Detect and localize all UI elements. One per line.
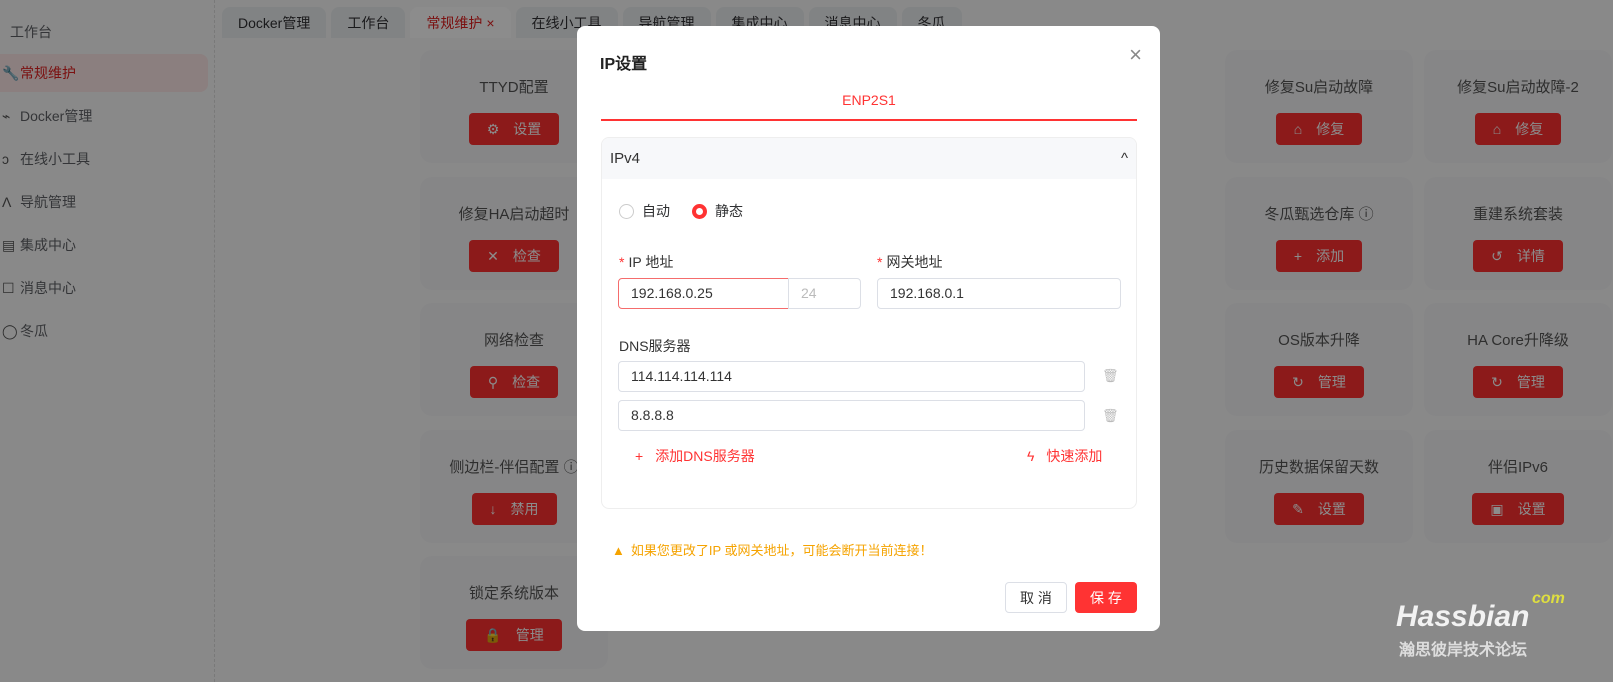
gateway-label: * 网关地址 [877,254,943,270]
close-icon[interactable]: × [1129,42,1142,68]
ipv4-panel: IPv4 ^ 自动 静态 * IP 地址 * 网关地址 192.168.0.25 24… [601,137,1137,509]
warning-icon: ▲ [612,543,625,558]
save-button[interactable]: 保 存 [1075,582,1137,613]
ip-settings-dialog: IP设置 × ENP2S1 IPv4 ^ 自动 静态 * IP 地址 * 网关地址 1… [577,26,1160,631]
tab-enp2s1[interactable]: ENP2S1 [601,88,1137,121]
warning-message: ▲ 如果您更改了IP 或网关地址，可能会断开当前连接！ [612,543,933,558]
cancel-button[interactable]: 取 消 [1005,582,1067,613]
trash-icon[interactable]: 🗑 [1102,368,1119,384]
section-title: IPv4 [610,150,641,167]
ipv4-header[interactable]: IPv4 ^ [602,138,1136,179]
ip-address-input[interactable]: 192.168.0.25 [618,278,789,309]
chevron-up-icon: ^ [1120,150,1128,167]
quick-add-button[interactable]: ϟ 快速添加 [1027,446,1102,466]
radio-label: 静态 [715,203,743,219]
dialog-title: IP设置 [600,56,648,73]
radio-auto[interactable] [619,203,634,219]
trash-icon[interactable]: 🗑 [1102,408,1119,424]
mode-radio-group: 自动 静态 [619,201,743,221]
gateway-input[interactable]: 192.168.0.1 [877,278,1121,309]
lightning-icon: ϟ [1027,448,1035,464]
add-dns-button[interactable]: + 添加DNS服务器 [635,446,755,466]
prefix-input[interactable]: 24 [788,278,861,309]
radio-static[interactable] [692,203,707,219]
dns-input-2[interactable]: 8.8.8.8 [618,400,1085,431]
dns-input-1[interactable]: 114.114.114.114 [618,361,1085,392]
plus-icon: + [635,448,644,464]
dns-label: DNS服务器 [619,338,691,354]
ip-label: * IP 地址 [619,254,674,270]
radio-label: 自动 [642,203,670,219]
